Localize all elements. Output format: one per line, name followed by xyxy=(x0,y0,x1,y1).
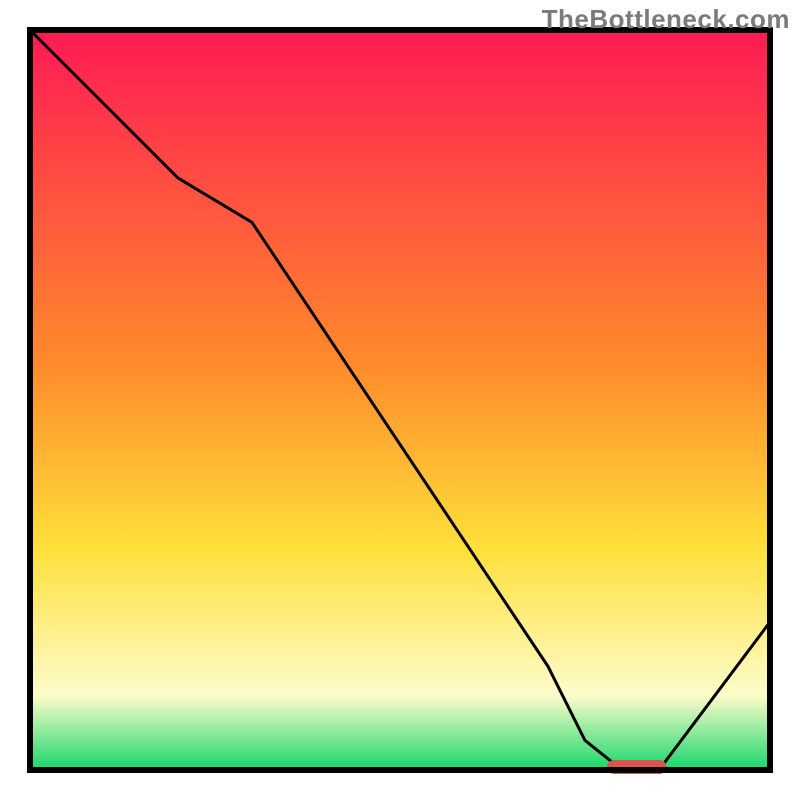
site-watermark: TheBottleneck.com xyxy=(542,4,790,35)
chart-svg xyxy=(0,0,800,800)
chart-frame: TheBottleneck.com xyxy=(0,0,800,800)
